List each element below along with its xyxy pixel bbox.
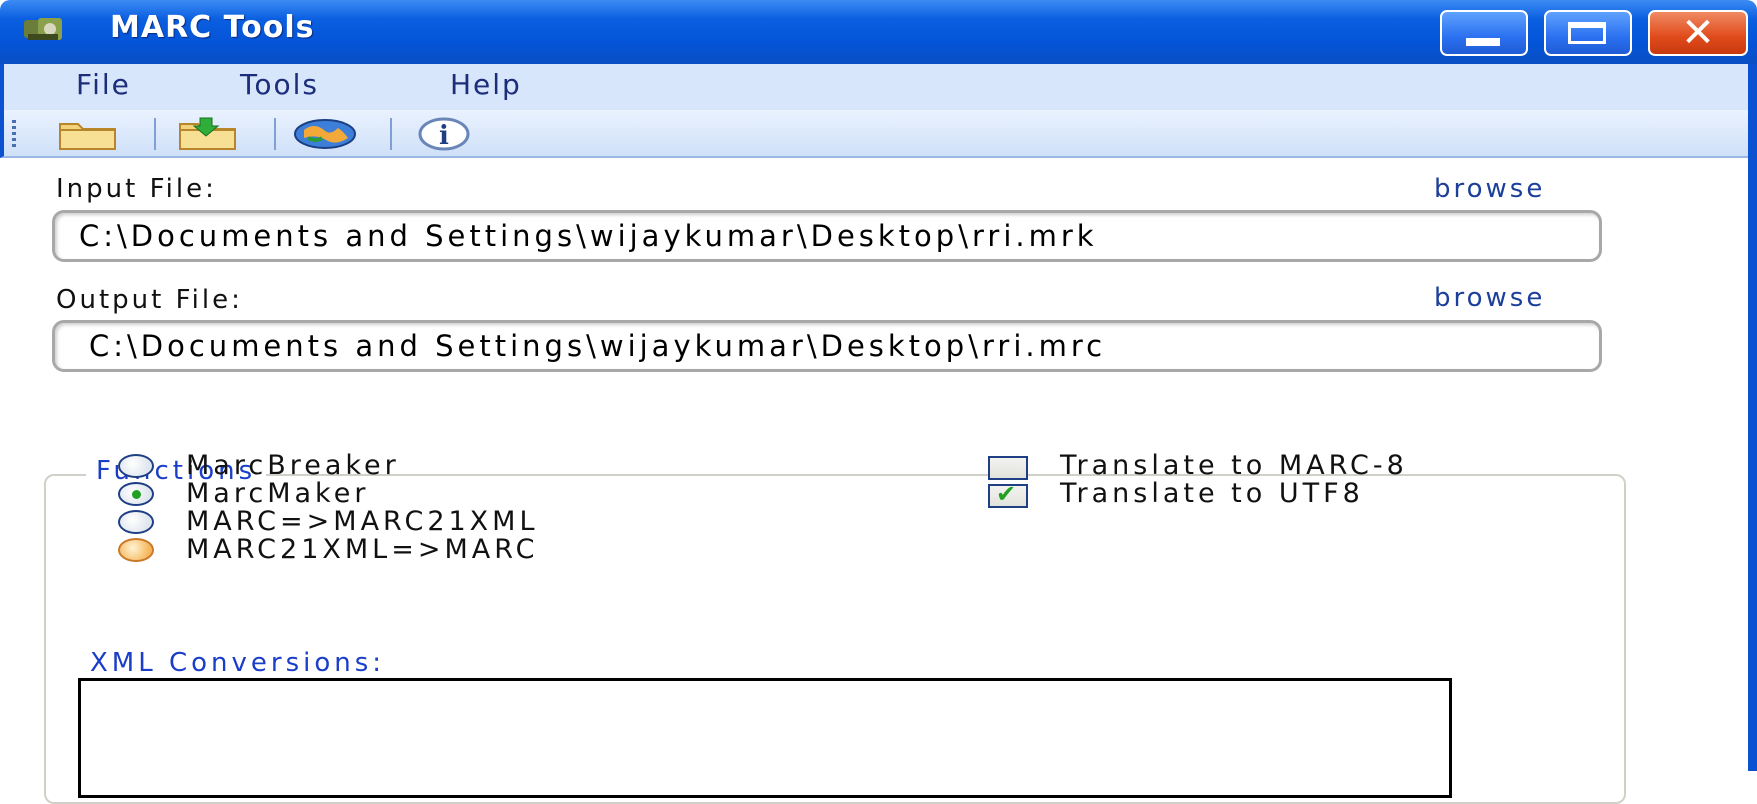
title-bar[interactable]: MARC Tools ✕ bbox=[0, 0, 1757, 64]
close-button[interactable]: ✕ bbox=[1648, 10, 1748, 56]
radio-label: MARC21XML=>MARC bbox=[186, 534, 539, 565]
output-file-label: Output File: bbox=[56, 285, 243, 315]
input-file-label: Input File: bbox=[56, 174, 217, 204]
info-button[interactable]: i bbox=[410, 114, 480, 154]
window-title: MARC Tools bbox=[110, 10, 315, 45]
open-folder-button[interactable] bbox=[54, 114, 124, 154]
xml-conversions-label: XML Conversions: bbox=[90, 648, 386, 678]
toolbar-grip[interactable] bbox=[12, 120, 16, 148]
open-folder-icon bbox=[59, 123, 116, 150]
globe-button[interactable] bbox=[290, 114, 360, 154]
radio-label: MARC=>MARC21XML bbox=[186, 506, 539, 537]
checkbox-label: Translate to UTF8 bbox=[1060, 478, 1364, 509]
input-browse-link[interactable]: browse bbox=[1434, 174, 1545, 204]
info-icon: i bbox=[418, 117, 470, 151]
app-icon bbox=[24, 18, 62, 40]
toolbar: i bbox=[0, 110, 1748, 158]
menu-file[interactable]: File bbox=[76, 68, 131, 101]
svg-text:i: i bbox=[439, 121, 449, 151]
menu-tools[interactable]: Tools bbox=[240, 68, 319, 101]
save-folder-icon bbox=[179, 117, 236, 150]
radio-button[interactable] bbox=[118, 454, 154, 478]
checkbox-label: Translate to MARC-8 bbox=[1060, 450, 1408, 481]
output-browse-link[interactable]: browse bbox=[1434, 283, 1545, 313]
maximize-button[interactable] bbox=[1544, 10, 1632, 56]
maximize-icon bbox=[1568, 22, 1606, 44]
radio-label: MarcMaker bbox=[186, 478, 370, 509]
save-folder-button[interactable] bbox=[174, 114, 244, 154]
toolbar-separator bbox=[390, 118, 392, 150]
output-file-field[interactable] bbox=[55, 323, 1599, 369]
radio-button-selected[interactable] bbox=[118, 482, 154, 506]
radio-label: MarcBreaker bbox=[186, 450, 400, 481]
minimize-button[interactable] bbox=[1440, 10, 1528, 56]
radio-dot bbox=[132, 490, 141, 499]
close-icon: ✕ bbox=[1681, 10, 1715, 56]
menu-bar: File Tools Help bbox=[0, 64, 1748, 110]
toolbar-separator bbox=[274, 118, 276, 150]
globe-icon bbox=[294, 119, 356, 149]
checkbox[interactable] bbox=[988, 456, 1028, 480]
checkbox-checked[interactable]: ✔ bbox=[988, 480, 1028, 508]
output-file-field-frame bbox=[52, 320, 1602, 372]
radio-button[interactable] bbox=[118, 510, 154, 534]
radio-button-hover[interactable] bbox=[118, 538, 154, 562]
check-icon: ✔ bbox=[996, 480, 1017, 508]
window-border bbox=[1748, 64, 1757, 771]
minimize-icon bbox=[1466, 38, 1500, 46]
toolbar-separator bbox=[154, 118, 156, 150]
menu-help[interactable]: Help bbox=[450, 68, 522, 101]
input-file-field-frame bbox=[52, 210, 1602, 262]
input-file-field[interactable] bbox=[55, 213, 1599, 259]
xml-conversions-list[interactable] bbox=[78, 678, 1452, 798]
